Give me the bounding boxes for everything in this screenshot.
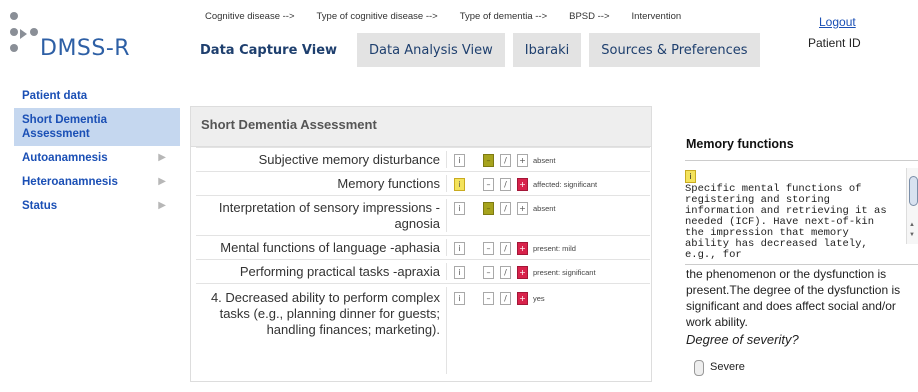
plus-button[interactable]: +: [517, 291, 528, 305]
logout-link[interactable]: Logout: [819, 15, 856, 29]
assessment-panel: Short Dementia Assessment Subjective mem…: [190, 106, 652, 382]
question-label: Subjective memory disturbance: [258, 152, 440, 167]
minus-button[interactable]: –: [483, 241, 494, 255]
detail-title: Memory functions: [686, 137, 794, 151]
sidebar-item-label: Autoanamnesis: [22, 152, 108, 164]
divider: [685, 160, 918, 161]
breadcrumb-item[interactable]: BPSD -->: [569, 11, 609, 22]
patient-id-label: Patient ID: [808, 36, 861, 50]
plus-button[interactable]: +: [517, 153, 528, 167]
status-text: present: significant: [533, 267, 596, 277]
logo-dots-icon: [10, 10, 44, 60]
severity-question: Degree of severity?: [686, 332, 799, 347]
chevron-right-icon: ▶: [158, 176, 166, 187]
definition-box: i Specific mental functions of registeri…: [685, 168, 918, 264]
minus-button[interactable]: –: [483, 201, 494, 215]
question-label: Mental functions of language -aphasia: [220, 240, 440, 255]
severity-slider-handle[interactable]: [694, 360, 704, 376]
info-icon[interactable]: i: [685, 170, 696, 183]
sidebar-item-label: Status: [22, 200, 58, 212]
status-text: absent: [533, 203, 556, 213]
table-row: Subjective memory disturbance i – / + ab…: [196, 147, 650, 171]
minus-button[interactable]: –: [483, 291, 494, 305]
description-text: the phenomenon or the dysfunction is pre…: [686, 267, 901, 329]
question-label: Memory functions: [337, 176, 440, 191]
breadcrumb-item[interactable]: Intervention: [632, 11, 682, 22]
table-row: 4. Decreased ability to perform complex …: [196, 283, 650, 377]
chevron-right-icon: ▶: [158, 200, 166, 211]
question-label: Interpretation of sensory impressions -a…: [218, 200, 440, 231]
info-icon[interactable]: i: [454, 241, 465, 255]
panel-title: Short Dementia Assessment: [191, 107, 651, 147]
minus-button[interactable]: –: [483, 265, 494, 279]
app-logo: DMSS-R: [10, 10, 170, 66]
table-row: Performing practical tasks -apraxia i – …: [196, 259, 650, 283]
breadcrumb-item[interactable]: Cognitive disease -->: [205, 11, 295, 22]
slash-button[interactable]: /: [500, 153, 511, 167]
minus-button[interactable]: –: [483, 153, 494, 167]
info-icon[interactable]: i: [454, 291, 465, 305]
sidebar-item-label: Patient data: [22, 90, 88, 102]
plus-button[interactable]: +: [517, 201, 528, 215]
chevron-right-icon: ▶: [158, 152, 166, 163]
sidebar: Patient data Short Dementia Assessment A…: [14, 84, 180, 218]
question-label: 4. Decreased ability to perform complex …: [210, 290, 440, 337]
status-text: present: mild: [533, 243, 576, 253]
sidebar-item-short-dementia-assessment[interactable]: Short Dementia Assessment: [14, 108, 180, 146]
sidebar-item-heteroanamnesis[interactable]: Heteroanamnesis ▶: [14, 170, 180, 194]
breadcrumb: Cognitive disease --> Type of cognitive …: [205, 11, 681, 22]
question-label: Performing practical tasks -apraxia: [239, 264, 440, 279]
tab-sources-preferences[interactable]: Sources & Preferences: [589, 33, 760, 67]
plus-button[interactable]: +: [517, 241, 528, 255]
table-row: Memory functions i – / + affected: signi…: [196, 171, 650, 195]
logo-text: DMSS-R: [40, 36, 131, 61]
breadcrumb-item[interactable]: Type of cognitive disease -->: [317, 11, 438, 22]
scroll-down-icon[interactable]: ▼: [909, 232, 915, 238]
slash-button[interactable]: /: [500, 241, 511, 255]
minus-button[interactable]: –: [483, 177, 494, 191]
tab-data-analysis[interactable]: Data Analysis View: [357, 33, 505, 67]
slash-button[interactable]: /: [500, 265, 511, 279]
tab-ibaraki[interactable]: Ibaraki: [512, 33, 582, 67]
info-icon[interactable]: i: [454, 265, 465, 279]
info-icon[interactable]: i: [454, 177, 465, 191]
scrollbar-thumb[interactable]: [909, 176, 918, 206]
sidebar-item-autoanamnesis[interactable]: Autoanamnesis ▶: [14, 146, 180, 170]
sidebar-item-label: Short Dementia Assessment: [22, 114, 107, 140]
status-text: yes: [533, 293, 545, 303]
definition-scrollbar[interactable]: ▲ ▼: [906, 168, 918, 244]
sidebar-item-status[interactable]: Status ▶: [14, 194, 180, 218]
info-icon[interactable]: i: [454, 153, 465, 167]
sidebar-item-label: Heteroanamnesis: [22, 176, 118, 188]
status-text: affected: significant: [533, 179, 598, 189]
main-tabs: Data Capture View Data Analysis View Iba…: [188, 33, 760, 67]
divider: [685, 264, 918, 265]
table-row: Interpretation of sensory impressions -a…: [196, 195, 650, 235]
scroll-up-icon[interactable]: ▲: [909, 222, 915, 228]
definition-text: Specific mental functions of registering…: [685, 183, 887, 261]
plus-button[interactable]: +: [517, 265, 528, 279]
status-text: absent: [533, 155, 556, 165]
severity-option-label: Severe: [710, 361, 745, 373]
table-row: Mental functions of language -aphasia i …: [196, 235, 650, 259]
breadcrumb-item[interactable]: Type of dementia -->: [460, 11, 547, 22]
slash-button[interactable]: /: [500, 201, 511, 215]
sidebar-item-patient-data[interactable]: Patient data: [14, 84, 180, 108]
plus-button[interactable]: +: [517, 177, 528, 191]
slash-button[interactable]: /: [500, 291, 511, 305]
slash-button[interactable]: /: [500, 177, 511, 191]
tab-data-capture[interactable]: Data Capture View: [188, 33, 350, 67]
info-icon[interactable]: i: [454, 201, 465, 215]
